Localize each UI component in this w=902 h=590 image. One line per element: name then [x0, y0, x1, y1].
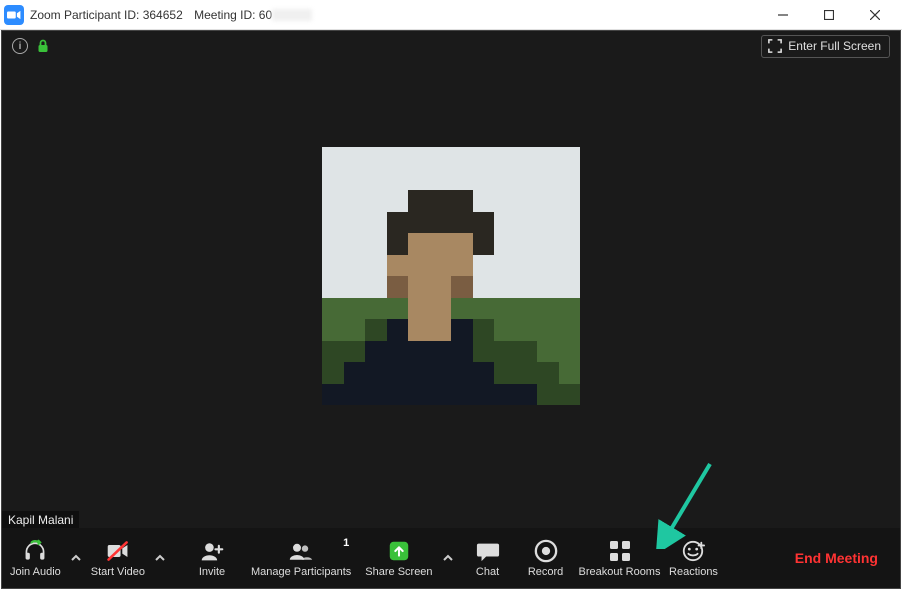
breakout-rooms-grid-icon	[608, 539, 632, 563]
manage-participants-button[interactable]: 1 Manage Participants	[241, 535, 361, 582]
enter-fullscreen-button[interactable]: Enter Full Screen	[761, 35, 890, 58]
window-title: Zoom Participant ID: 364652 Meeting ID: …	[30, 8, 320, 22]
headphones-icon	[23, 539, 47, 563]
chat-button[interactable]: Chat	[459, 535, 517, 582]
participant-name-label: Kapil Malani	[2, 511, 79, 529]
end-meeting-button[interactable]: End Meeting	[777, 550, 896, 566]
close-button[interactable]	[852, 0, 898, 30]
video-camera-off-icon	[106, 539, 130, 563]
maximize-button[interactable]	[806, 0, 852, 30]
zoom-app-frame: i Enter Full Screen Kapil Malani Join Au…	[1, 30, 901, 589]
record-icon	[534, 539, 558, 563]
video-area: Kapil Malani	[2, 61, 900, 529]
start-video-button[interactable]: Start Video	[87, 535, 149, 582]
join-audio-button[interactable]: Join Audio	[6, 535, 65, 582]
zoom-logo-icon	[4, 5, 24, 25]
info-strip: i Enter Full Screen	[2, 31, 900, 61]
meeting-toolbar: Join Audio Start Video Invite 1 Manage P…	[2, 528, 900, 588]
info-icon[interactable]: i	[12, 38, 28, 54]
video-options-chevron[interactable]	[149, 552, 171, 564]
reactions-smiley-icon	[681, 539, 705, 563]
share-screen-icon	[387, 539, 411, 563]
reactions-button[interactable]: Reactions	[664, 535, 722, 582]
encryption-lock-icon[interactable]	[36, 39, 50, 53]
chat-bubble-icon	[476, 539, 500, 563]
breakout-rooms-button[interactable]: Breakout Rooms	[575, 535, 665, 582]
participants-icon	[289, 539, 313, 563]
share-options-chevron[interactable]	[437, 552, 459, 564]
audio-options-chevron[interactable]	[65, 552, 87, 564]
minimize-button[interactable]	[760, 0, 806, 30]
participant-id-text: Zoom Participant ID: 364652	[30, 8, 183, 22]
meeting-id-text: Meeting ID: 60	[194, 8, 312, 22]
fullscreen-label: Enter Full Screen	[788, 39, 881, 53]
participant-avatar	[322, 147, 580, 405]
invite-person-plus-icon	[200, 539, 224, 563]
participants-count-badge: 1	[343, 537, 349, 549]
share-screen-button[interactable]: Share Screen	[361, 535, 436, 582]
redacted-block	[272, 9, 312, 21]
record-button[interactable]: Record	[517, 535, 575, 582]
window-titlebar: Zoom Participant ID: 364652 Meeting ID: …	[0, 0, 902, 30]
invite-button[interactable]: Invite	[183, 535, 241, 582]
